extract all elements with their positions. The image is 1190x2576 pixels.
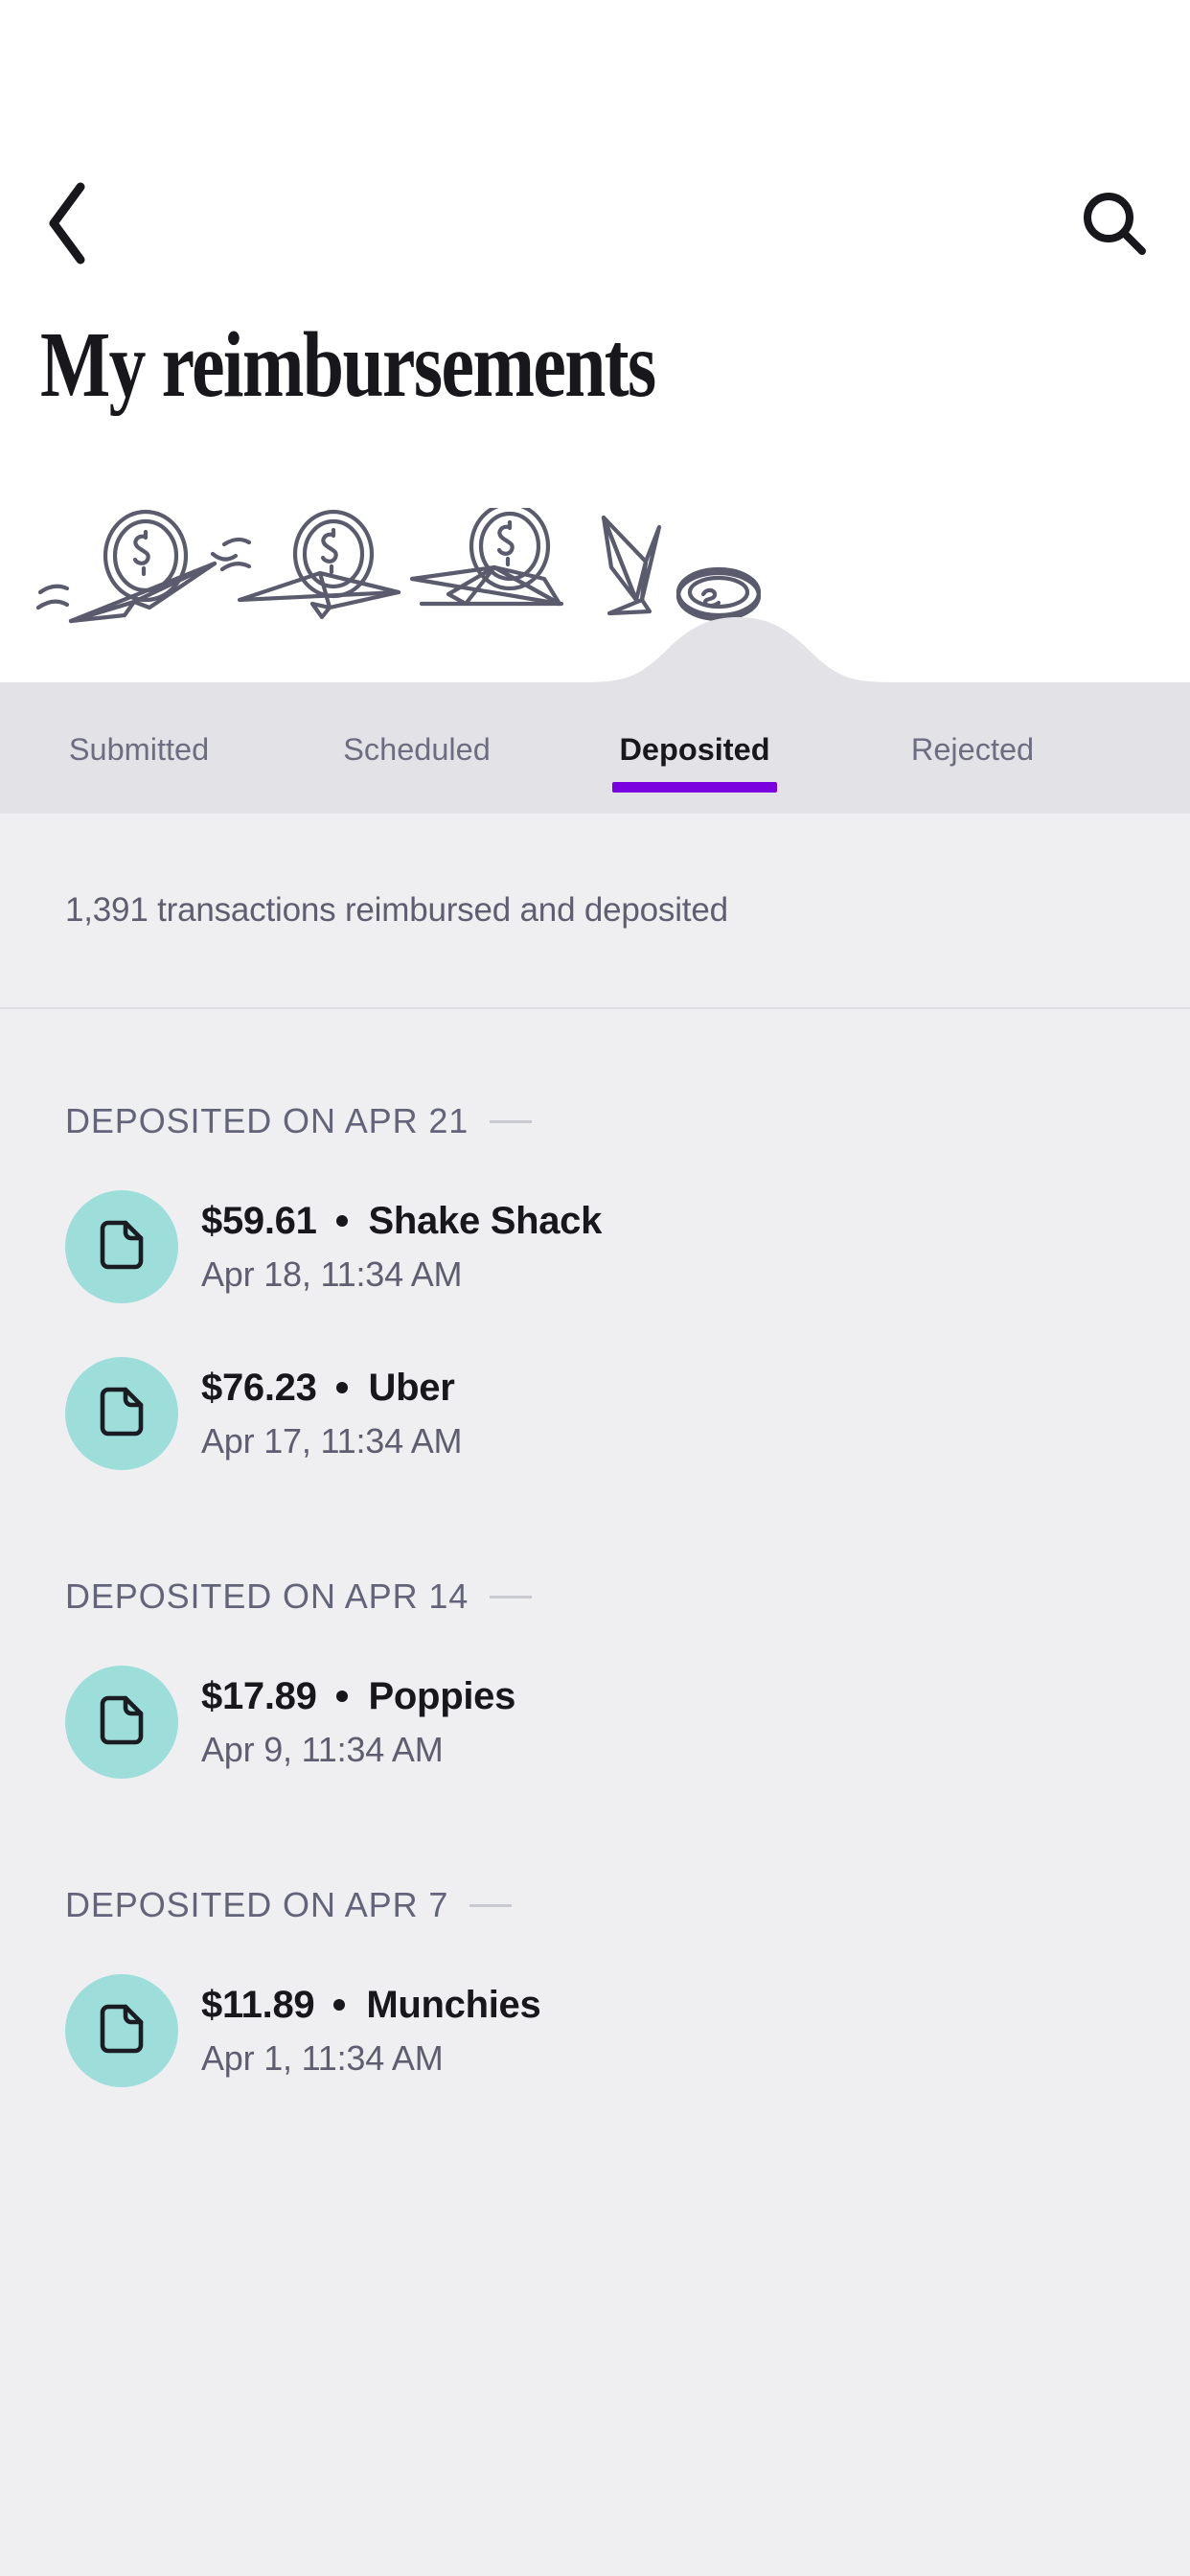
transaction-text: $17.89 Poppies Apr 9, 11:34 AM: [201, 1675, 515, 1770]
separator-dot-icon: [333, 1999, 346, 2011]
transaction-row[interactable]: $17.89 Poppies Apr 9, 11:34 AM: [0, 1649, 1190, 1795]
document-icon: [94, 2001, 149, 2061]
active-tab-indicator: [612, 782, 777, 793]
transaction-timestamp: Apr 1, 11:34 AM: [201, 2037, 444, 2078]
tab-submitted[interactable]: Submitted: [0, 682, 278, 814]
group-header: DEPOSITED ON APR 14: [0, 1544, 1190, 1649]
transaction-merchant: Poppies: [368, 1674, 516, 1717]
transaction-amount: $17.89: [201, 1674, 317, 1717]
transaction-text: $11.89 Munchies Apr 1, 11:34 AM: [201, 1983, 541, 2079]
navigation-bar: [0, 163, 1190, 297]
group-header-dash: [490, 1119, 533, 1123]
avatar: [65, 1190, 178, 1303]
summary-strip: 1,391 transactions reimbursed and deposi…: [0, 814, 1190, 1009]
group-header-dash: [469, 1903, 513, 1907]
summary-text: 1,391 transactions reimbursed and deposi…: [65, 891, 728, 929]
tab-label: Scheduled: [343, 732, 491, 767]
separator-dot-icon: [335, 1215, 348, 1227]
tab-rejected[interactable]: Rejected: [834, 682, 1111, 814]
reimbursements-screen: My reimbursements Submitted Scheduled De…: [0, 0, 1190, 2576]
transaction-row[interactable]: $59.61 Shake Shack Apr 18, 11:34 AM: [0, 1174, 1190, 1320]
transaction-title: $17.89 Poppies: [201, 1675, 515, 1718]
tab-label: Submitted: [68, 732, 210, 767]
transaction-group: DEPOSITED ON APR 7 $11.89 Munchies Apr 1…: [0, 1852, 1190, 2104]
transaction-amount: $59.61: [201, 1199, 317, 1242]
avatar: [65, 1666, 178, 1779]
group-header: DEPOSITED ON APR 21: [0, 1069, 1190, 1174]
paper-plane-crashed-coin-icon: [529, 498, 826, 642]
transaction-merchant: Shake Shack: [368, 1199, 603, 1242]
search-button[interactable]: [1042, 172, 1148, 278]
tab-scheduled[interactable]: Scheduled: [278, 682, 556, 814]
tab-label: Rejected: [910, 732, 1035, 767]
separator-dot-icon: [335, 1690, 348, 1702]
transaction-timestamp: Apr 18, 11:34 AM: [201, 1254, 463, 1294]
document-icon: [94, 1384, 149, 1444]
transaction-group: DEPOSITED ON APR 21 $59.61 Shake Shack A…: [0, 1069, 1190, 1486]
group-header: DEPOSITED ON APR 7: [0, 1852, 1190, 1958]
avatar: [65, 1974, 178, 2087]
chevron-left-icon: [42, 181, 92, 270]
group-header-label: DEPOSITED ON APR 7: [65, 1885, 449, 1924]
transaction-title: $76.23 Uber: [201, 1367, 462, 1410]
transaction-amount: $76.23: [201, 1366, 317, 1409]
transaction-timestamp: Apr 9, 11:34 AM: [201, 1729, 444, 1769]
tab-deposited[interactable]: Deposited: [556, 682, 834, 814]
transaction-amount: $11.89: [201, 1983, 315, 2026]
transaction-title: $11.89 Munchies: [201, 1983, 541, 2027]
illustration-row: [0, 498, 1190, 642]
group-header-dash: [490, 1595, 533, 1598]
tab-label: Deposited: [619, 732, 770, 767]
separator-dot-icon: [335, 1382, 348, 1393]
group-header-label: DEPOSITED ON APR 21: [65, 1101, 469, 1140]
document-icon: [94, 1692, 149, 1753]
search-icon: [1081, 190, 1148, 262]
header-zone: My reimbursements: [0, 0, 1190, 685]
transaction-group: DEPOSITED ON APR 14 $17.89 Poppies Apr 9…: [0, 1544, 1190, 1795]
transaction-title: $59.61 Shake Shack: [201, 1200, 602, 1243]
transaction-merchant: Uber: [368, 1366, 455, 1409]
transaction-timestamp: Apr 17, 11:34 AM: [201, 1420, 463, 1460]
transaction-merchant: Munchies: [366, 1983, 541, 2026]
transaction-text: $59.61 Shake Shack Apr 18, 11:34 AM: [201, 1200, 602, 1295]
avatar: [65, 1357, 178, 1470]
back-button[interactable]: [42, 172, 148, 278]
page-title: My reimbursements: [40, 313, 656, 416]
transaction-row[interactable]: $11.89 Munchies Apr 1, 11:34 AM: [0, 1958, 1190, 2104]
tab-bar: Submitted Scheduled Deposited Rejected: [0, 682, 1190, 814]
transaction-text: $76.23 Uber Apr 17, 11:34 AM: [201, 1367, 463, 1461]
transaction-list[interactable]: DEPOSITED ON APR 21 $59.61 Shake Shack A…: [0, 1011, 1190, 2576]
transaction-row[interactable]: $76.23 Uber Apr 17, 11:34 AM: [0, 1341, 1190, 1486]
group-header-label: DEPOSITED ON APR 14: [65, 1576, 469, 1616]
document-icon: [94, 1217, 149, 1277]
